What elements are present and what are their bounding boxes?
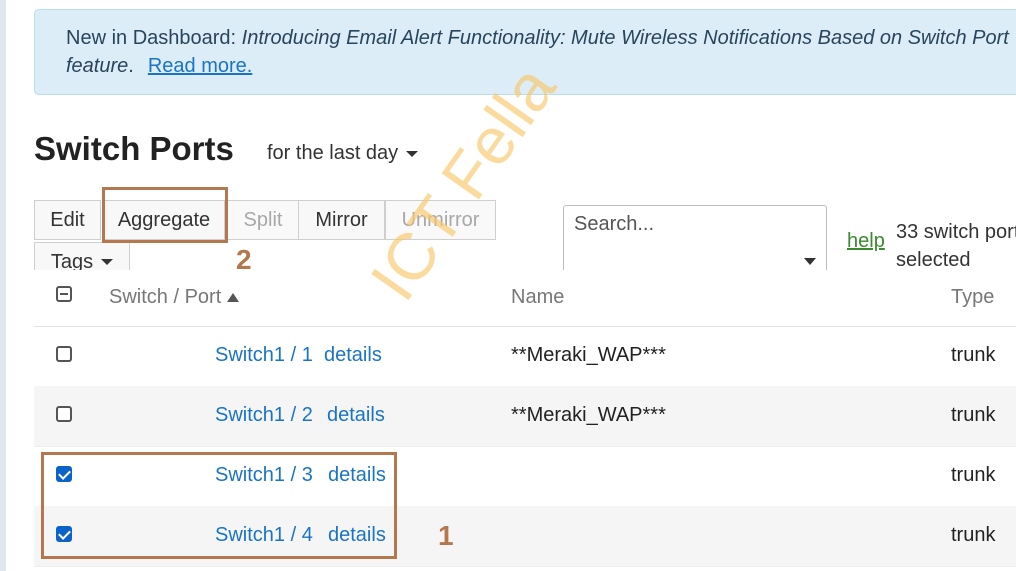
port-type: trunk xyxy=(951,344,996,366)
port-link[interactable]: Switch1 / 4 xyxy=(215,524,313,547)
unmirror-button[interactable]: Unmirror xyxy=(385,200,496,240)
step-number-1: 1 xyxy=(438,520,454,551)
sort-ascending-icon xyxy=(227,293,240,303)
column-port-label: Switch / Port xyxy=(109,286,222,308)
search-box[interactable] xyxy=(563,205,827,279)
banner-message: Introducing Email Alert Functionality: M… xyxy=(241,27,1009,49)
search-input[interactable] xyxy=(572,212,806,237)
help-link[interactable]: help xyxy=(847,230,885,253)
table-row[interactable]: Switch1 / 1 details **Meraki_WAP*** trun… xyxy=(34,326,1016,387)
row-checkbox[interactable] xyxy=(56,526,72,542)
port-name: **Meraki_WAP*** xyxy=(511,404,666,426)
table-row[interactable]: Switch1 / 2 details **Meraki_WAP*** trun… xyxy=(34,386,1016,447)
left-edge-bar xyxy=(0,0,6,571)
banner-period: . xyxy=(128,55,134,77)
edit-button[interactable]: Edit xyxy=(34,200,101,240)
column-header-type[interactable]: Type xyxy=(951,286,994,309)
table-header: Switch / Port Name Type xyxy=(34,270,1016,327)
column-header-port[interactable]: Switch / Port xyxy=(109,286,240,309)
aggregate-button[interactable]: Aggregate xyxy=(103,200,225,240)
announcement-banner: New in Dashboard: Introducing Email Aler… xyxy=(34,9,1016,95)
port-type: trunk xyxy=(951,404,996,426)
details-link[interactable]: details xyxy=(324,344,382,367)
details-link[interactable]: details xyxy=(327,404,385,427)
details-link[interactable]: details xyxy=(328,524,386,547)
port-type: trunk xyxy=(951,464,996,486)
caret-down-icon xyxy=(406,150,419,157)
step-number-2: 2 xyxy=(236,244,252,275)
details-link[interactable]: details xyxy=(328,464,386,487)
row-checkbox[interactable] xyxy=(56,466,72,482)
port-name: **Meraki_WAP*** xyxy=(511,344,666,366)
switch-ports-table: Switch / Port Name Type Switch1 / 1 deta… xyxy=(34,270,1016,571)
row-checkbox[interactable] xyxy=(56,346,72,362)
port-type: trunk xyxy=(951,524,996,546)
column-header-name[interactable]: Name xyxy=(511,286,564,309)
mirror-button[interactable]: Mirror xyxy=(298,200,385,240)
table-row[interactable]: Switch1 / 4 details trunk xyxy=(34,506,1016,567)
split-button[interactable]: Split xyxy=(227,200,299,240)
port-link[interactable]: Switch1 / 2 xyxy=(215,404,313,427)
table-row[interactable]: Switch1 / 3 details trunk xyxy=(34,446,1016,507)
select-all-checkbox[interactable] xyxy=(56,286,72,302)
caret-down-icon xyxy=(101,259,114,265)
banner-message-end: feature xyxy=(66,55,129,77)
banner-prefix: New in Dashboard: xyxy=(66,27,242,49)
port-link[interactable]: Switch1 / 3 xyxy=(215,464,313,487)
page-title: Switch Ports xyxy=(34,130,234,167)
chevron-down-icon[interactable] xyxy=(804,258,816,265)
timeframe-label: for the last day xyxy=(267,142,399,164)
port-link[interactable]: Switch1 / 1 xyxy=(215,344,313,367)
read-more-link[interactable]: Read more. xyxy=(148,55,253,77)
row-checkbox[interactable] xyxy=(56,406,72,422)
selection-count: 33 switch ports selected xyxy=(896,221,1016,271)
timeframe-dropdown[interactable]: for the last day xyxy=(267,142,419,165)
